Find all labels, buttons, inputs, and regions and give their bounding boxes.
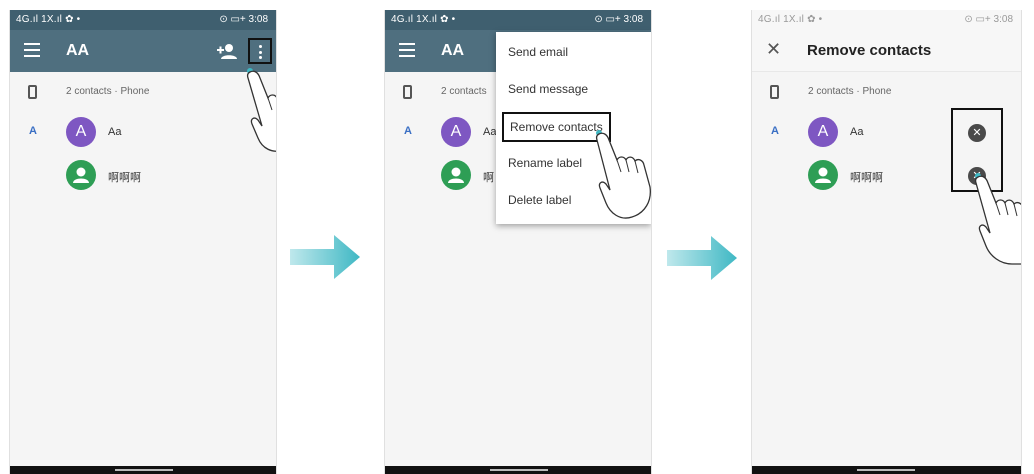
nav-bar: [385, 466, 651, 474]
contact-name: 啊啊啊: [108, 172, 141, 184]
menu-item-delete-label[interactable]: Delete label: [508, 193, 571, 207]
status-bar: 4G.ıl 1X.ıl ✿ • ⊙ ▭+ 3:08: [752, 10, 1021, 30]
label-title: AA: [441, 42, 465, 59]
hand-pointer-icon: [246, 68, 276, 152]
avatar: [441, 160, 471, 190]
arrow-right-icon: [290, 235, 360, 279]
remove-circle-icon[interactable]: ✕: [968, 124, 986, 142]
page-title: Remove contacts: [807, 42, 932, 59]
hand-pointer-icon: [974, 173, 1021, 265]
contacts-count: 2 contacts · Phone: [808, 86, 892, 97]
status-time: ⊙ ▭+ 3:08: [219, 14, 268, 25]
section-letter: A: [29, 125, 37, 137]
menu-item-rename-label[interactable]: Rename label: [508, 156, 582, 170]
status-signal: 4G.ıl 1X.ıl ✿ •: [758, 14, 823, 25]
contacts-summary-row: 2 contacts · Phone: [10, 78, 276, 108]
label-title: AA: [66, 42, 90, 59]
avatar: A: [441, 117, 471, 147]
phone-icon: [770, 85, 779, 99]
phone-screen-2: 4G.ıl 1X.ıl ✿ • ⊙ ▭+ 3:08 AA 2 contacts …: [384, 10, 652, 474]
person-add-icon[interactable]: [215, 42, 237, 60]
menu-item-send-email[interactable]: Send email: [508, 45, 568, 59]
menu-item-send-message[interactable]: Send message: [508, 82, 588, 96]
contacts-count: 2 contacts · Phone: [66, 86, 150, 97]
app-bar: AA: [10, 30, 276, 72]
tutorial-stage: 4G.ıl 1X.ıl ✿ • ⊙ ▭+ 3:08 AA 2 contacts …: [0, 0, 1034, 474]
status-bar: 4G.ıl 1X.ıl ✿ • ⊙ ▭+ 3:08: [10, 10, 276, 30]
status-time: ⊙ ▭+ 3:08: [964, 14, 1013, 25]
section-letter: A: [771, 125, 779, 137]
contact-row[interactable]: A A Aa: [10, 114, 276, 150]
hamburger-menu-icon[interactable]: [399, 43, 415, 57]
phone-icon: [403, 85, 412, 99]
person-icon: [815, 167, 831, 183]
section-letter: A: [404, 125, 412, 137]
close-icon[interactable]: ✕: [766, 39, 781, 60]
contacts-summary-row: 2 contacts · Phone: [752, 78, 1021, 108]
avatar: A: [66, 117, 96, 147]
contact-name: Aa: [108, 126, 122, 138]
contact-name: Aa: [850, 126, 864, 138]
contacts-count: 2 contacts: [441, 86, 487, 97]
nav-bar: [752, 466, 1021, 474]
contact-name: Aa: [483, 126, 497, 138]
status-signal: 4G.ıl 1X.ıl ✿ •: [391, 14, 456, 25]
status-bar: 4G.ıl 1X.ıl ✿ • ⊙ ▭+ 3:08: [385, 10, 651, 30]
status-signal: 4G.ıl 1X.ıl ✿ •: [16, 14, 81, 25]
contact-row[interactable]: 啊啊啊: [10, 157, 276, 193]
phone-screen-3: 4G.ıl 1X.ıl ✿ • ⊙ ▭+ 3:08 ✕ Remove conta…: [751, 10, 1022, 474]
avatar: [66, 160, 96, 190]
hamburger-menu-icon[interactable]: [24, 43, 40, 57]
person-icon: [448, 167, 464, 183]
contact-name: 啊: [483, 172, 494, 184]
contact-name: 啊啊啊: [850, 172, 883, 184]
avatar: A: [808, 117, 838, 147]
nav-bar: [10, 466, 276, 474]
more-options-button[interactable]: [248, 38, 272, 64]
avatar: [808, 160, 838, 190]
status-time: ⊙ ▭+ 3:08: [594, 14, 643, 25]
phone-screen-1: 4G.ıl 1X.ıl ✿ • ⊙ ▭+ 3:08 AA 2 contacts …: [9, 10, 277, 474]
hand-pointer-icon: [595, 130, 651, 219]
arrow-right-icon: [667, 236, 737, 280]
phone-icon: [28, 85, 37, 99]
app-bar: ✕ Remove contacts: [752, 30, 1021, 72]
person-icon: [73, 167, 89, 183]
